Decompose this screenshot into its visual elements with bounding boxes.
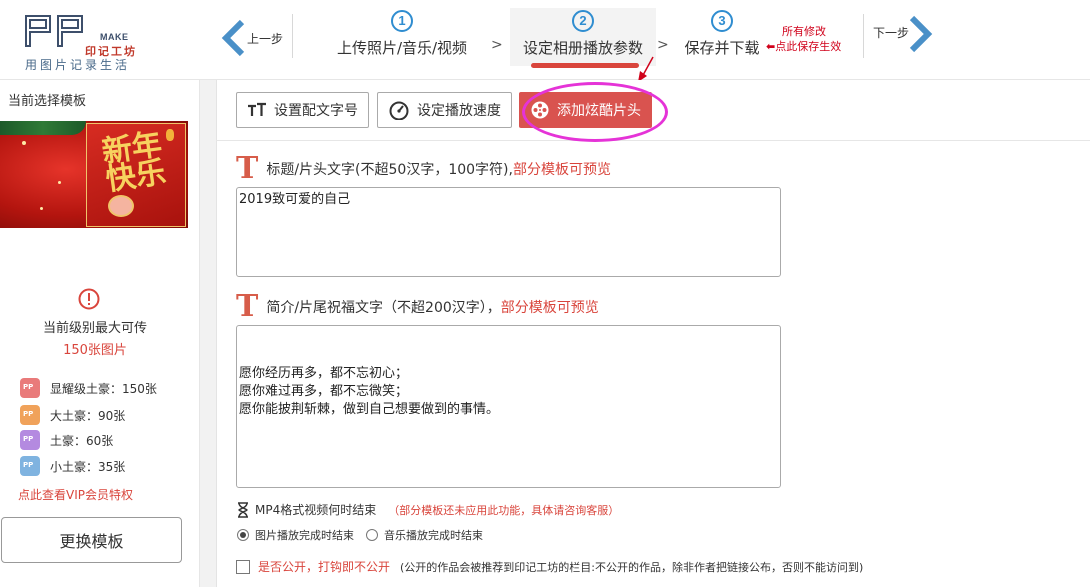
mp4-end-options: 图片播放完成时结束 音乐播放完成时结束	[237, 527, 483, 543]
thumb-decoration	[0, 121, 86, 135]
active-step-indicator	[531, 63, 639, 68]
thumb-decoration	[40, 207, 43, 210]
step-number: 1	[391, 10, 413, 32]
mp4-end-setting: MP4格式视频何时结束 （部分模板还未应用此功能，具体请咨询客服）	[237, 501, 619, 518]
step-label: 设定相册播放参数	[522, 39, 643, 57]
tier-badge-icon	[20, 405, 40, 425]
highlight-annotation	[522, 82, 668, 142]
step-number: 2	[572, 10, 594, 32]
save-note-line1: 所有修改	[782, 25, 826, 38]
tier-item[interactable]: 显耀级土豪：150张	[20, 377, 157, 399]
tier-label: 大土豪：90张	[50, 408, 126, 423]
speedometer-icon	[388, 100, 410, 120]
tier-item[interactable]: 小土豪：35张	[20, 455, 125, 477]
text-t-icon: T	[236, 289, 259, 324]
top-bar: MAKE 印记工坊 用图片记录生活 上一步 1 上传照片/音乐/视频 > 2 设…	[0, 0, 1090, 82]
tier-item[interactable]: 大土豪：90张	[20, 404, 125, 426]
step-1-upload[interactable]: 1 上传照片/音乐/视频	[326, 10, 478, 58]
intro-section-header: T 简介/片尾祝福文字（不超200汉字）， 部分模板可预览	[236, 289, 599, 324]
logo-slogan: 用图片记录生活	[25, 58, 131, 72]
step-label: 上传照片/音乐/视频	[336, 39, 468, 57]
step-separator: >	[657, 37, 669, 53]
font-size-button[interactable]: 设置配文字号	[236, 92, 369, 128]
publish-setting: 是否公开，打钩即不公开 (公开的作品会被推荐到印记工坊的栏目:不公开的作品，除非…	[236, 558, 863, 575]
step-3-save[interactable]: 3 保存并下载	[678, 10, 766, 58]
end-on-music-label: 音乐播放完成时结束	[384, 529, 483, 542]
vip-privileges-link[interactable]: 点此查看VIP会员特权	[18, 486, 133, 503]
text-t-icon: T	[236, 151, 259, 186]
arrow-left-icon: ⬅	[766, 40, 776, 53]
tier-label: 土豪：60张	[50, 433, 114, 448]
mp4-end-note: （部分模板还未应用此功能，具体请咨询客服）	[388, 503, 620, 517]
private-checkbox[interactable]	[236, 559, 250, 574]
brand-logo[interactable]: MAKE 印记工坊 用图片记录生活	[22, 12, 140, 72]
thumb-decoration	[58, 181, 61, 184]
title-preview-hint: 部分模板可预览	[512, 162, 611, 178]
tier-badge-icon	[20, 430, 40, 450]
save-note-line2: 点此保存生效	[775, 40, 842, 53]
divider	[863, 14, 864, 58]
tier-label: 显耀级土豪：150张	[50, 381, 157, 396]
next-step-button[interactable]: 下一步	[870, 14, 940, 54]
current-template-title: 当前选择模板	[8, 94, 87, 109]
toolbar-divider	[216, 140, 1090, 141]
level-limit-count: 150张图片	[63, 343, 127, 358]
title-textarea[interactable]: 2019致可爱的自己	[236, 187, 781, 277]
font-size-button-label: 设置配文字号	[274, 103, 358, 119]
warning-icon	[78, 288, 100, 310]
hourglass-icon	[238, 501, 248, 518]
tier-item[interactable]: 土豪：60张	[20, 429, 113, 451]
tier-badge-icon	[20, 378, 40, 398]
thumb-lantern	[166, 129, 174, 141]
step-2-settings[interactable]: 2 设定相册播放参数	[510, 8, 656, 66]
end-on-music-radio[interactable]	[366, 529, 378, 541]
playback-speed-button[interactable]: 设定播放速度	[377, 92, 512, 128]
step-separator: >	[491, 37, 503, 53]
title-field-label: 标题/片头文字(不超50汉字，100字符),	[266, 162, 513, 178]
next-step-label: 下一步	[873, 26, 910, 40]
save-note[interactable]: 所有修改 ⬅点此保存生效	[766, 24, 841, 54]
tier-badge-icon	[20, 456, 40, 476]
level-limit-text: 当前级别最大可传	[42, 321, 147, 336]
divider	[292, 14, 293, 58]
template-thumbnail[interactable]: 新年 快乐	[0, 121, 188, 228]
mp4-end-label: MP4格式视频何时结束	[255, 503, 377, 517]
thumb-decoration	[22, 141, 26, 145]
private-checkbox-label: 是否公开，打钩即不公开	[258, 560, 391, 574]
step-number: 3	[711, 10, 733, 32]
end-on-images-radio[interactable]	[237, 529, 249, 541]
prev-step-label: 上一步	[247, 32, 284, 46]
text-size-icon	[247, 102, 267, 118]
template-sidebar: 当前选择模板 新年快乐 当前级别最大可传 150张图片 显耀级土豪：150张 大…	[0, 80, 200, 587]
end-on-images-label: 图片播放完成时结束	[255, 529, 354, 542]
title-section-header: T 标题/片头文字(不超50汉字，100字符), 部分模板可预览	[236, 151, 611, 186]
prev-step-button[interactable]: 上一步	[220, 18, 290, 58]
intro-preview-hint: 部分模板可预览	[500, 300, 599, 316]
intro-textarea[interactable]: 愿你经历再多，都不忘初心； 愿你难过再多，都不忘微笑； 愿你能披荆斩棘，做到自己…	[236, 325, 781, 488]
thumb-pig	[108, 195, 134, 217]
logo-make: MAKE	[100, 32, 129, 42]
playback-speed-button-label: 设定播放速度	[417, 103, 501, 119]
thumb-calligraphy: 新年 快乐	[99, 127, 169, 198]
change-template-button[interactable]: 更换模板	[1, 517, 182, 563]
tier-label: 小土豪：35张	[50, 459, 126, 474]
intro-field-label: 简介/片尾祝福文字（不超200汉字），	[266, 300, 501, 316]
step-label: 保存并下载	[684, 39, 760, 57]
chevron-left-icon	[221, 19, 245, 57]
chevron-right-icon	[909, 15, 933, 53]
publish-note: (公开的作品会被推荐到印记工坊的栏目:不公开的作品，除非作者把链接公布，否则不能…	[400, 560, 864, 574]
